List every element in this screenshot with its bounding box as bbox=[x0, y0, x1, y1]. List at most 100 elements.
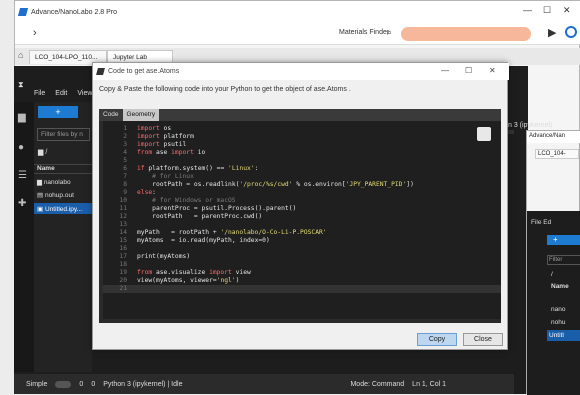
code-tabs: Code Geometry bbox=[99, 109, 501, 121]
commands-icon[interactable]: ☰ bbox=[18, 170, 27, 181]
list-item[interactable]: Untitl bbox=[547, 330, 580, 341]
list-item[interactable]: nano bbox=[551, 306, 565, 313]
file-name: nohup.out bbox=[44, 192, 74, 199]
materials-finder-label: Materials Finder bbox=[339, 29, 390, 36]
close-window-button[interactable]: ✕ bbox=[563, 5, 571, 16]
list-item[interactable]: ▆ nanolabo bbox=[37, 178, 71, 186]
line-number: 1 bbox=[123, 125, 127, 132]
breadcrumb-root: / bbox=[45, 149, 48, 156]
code-line: import platform bbox=[137, 133, 194, 140]
extensions-icon[interactable]: ✚ bbox=[18, 198, 26, 209]
file-name: nanolabo bbox=[43, 179, 71, 186]
code-line: print(myAtoms) bbox=[137, 253, 191, 260]
line-number: 2 bbox=[123, 133, 127, 140]
app-logo-icon bbox=[17, 8, 29, 16]
menu-view[interactable]: View bbox=[77, 90, 92, 102]
code-lines: import os import platform import psutil fro… bbox=[137, 125, 414, 293]
cursor-position: Ln 1, Col 1 bbox=[412, 380, 447, 388]
second-window-tab[interactable]: LCO_104- bbox=[535, 149, 579, 159]
dialog-logo-icon bbox=[96, 68, 105, 75]
app-title: Advance/NanoLabo 2.8 Pro bbox=[31, 8, 118, 16]
line-number: 9 bbox=[123, 189, 127, 196]
menu-file[interactable]: File bbox=[34, 90, 45, 102]
code-line: myPath = rootPath + '/nanolabo/O-Co-Li-P… bbox=[137, 229, 327, 236]
code-panel: Code Geometry 1 2 3 4 5 6 7 8 9 10 11 12 13 14 15 16 17 1… bbox=[99, 109, 501, 323]
second-new-button[interactable]: + bbox=[547, 235, 580, 245]
maximize-button[interactable]: ☐ bbox=[543, 5, 551, 16]
dialog-title-bar: Code to get ase.Atoms — ☐ ✕ bbox=[93, 63, 509, 80]
second-menu-file[interactable]: File bbox=[531, 219, 541, 226]
second-menu: File Ed bbox=[531, 219, 551, 226]
main-toolbar: › Materials Finder ⌕ ▶ bbox=[15, 23, 580, 45]
second-name-header[interactable]: Name bbox=[551, 283, 569, 290]
mode-status: Mode: Command bbox=[350, 380, 405, 388]
search-icon[interactable]: ⌕ bbox=[387, 27, 392, 38]
dialog-title: Code to get ase.Atoms bbox=[108, 68, 180, 75]
run-icon[interactable]: ▶ bbox=[548, 26, 556, 39]
second-window-title: Advance/Nan bbox=[527, 131, 580, 143]
list-item[interactable]: nohu bbox=[551, 319, 565, 326]
kernel-status[interactable]: Python 3 (ipykernel) | Idle bbox=[103, 381, 182, 388]
line-number: 3 bbox=[123, 141, 127, 148]
folder-icon[interactable]: ▆ bbox=[18, 112, 26, 123]
line-number: 18 bbox=[119, 261, 127, 268]
line-number: 7 bbox=[123, 173, 127, 180]
line-number: 12 bbox=[119, 213, 127, 220]
second-breadcrumb[interactable]: / bbox=[551, 271, 553, 278]
code-editor[interactable]: 1 2 3 4 5 6 7 8 9 10 11 12 13 14 15 16 17 18 19 20 21 import… bbox=[103, 121, 501, 319]
name-column-header[interactable]: Name bbox=[34, 164, 92, 174]
second-window: Advance/Nan LCO_104- File Ed + Filter / … bbox=[526, 130, 580, 395]
second-menu-edit[interactable]: Ed bbox=[543, 219, 551, 226]
jupyter-left-sidebar: ▆ ● ☰ ✚ bbox=[14, 102, 34, 372]
status-count-1: 0 bbox=[91, 380, 96, 388]
simple-mode-toggle[interactable] bbox=[55, 380, 72, 388]
list-item[interactable]: ▣ Untitled.ipy... bbox=[34, 203, 92, 214]
line-number: 14 bbox=[119, 229, 127, 236]
code-line: parentProc = psutil.Process().parent() bbox=[152, 205, 297, 212]
line-number: 19 bbox=[119, 269, 127, 276]
file-browser: + Filter files by n ▆ / Name ▆ nanolabo … bbox=[34, 102, 92, 372]
dialog-maximize-button[interactable]: ☐ bbox=[465, 66, 472, 75]
line-number: 11 bbox=[119, 205, 127, 212]
copy-button[interactable]: Copy bbox=[417, 333, 457, 346]
tab-code[interactable]: Code bbox=[99, 109, 123, 121]
home-icon[interactable]: ⌂ bbox=[18, 50, 23, 60]
expand-chevron-icon[interactable]: › bbox=[33, 27, 37, 39]
jupyter-logo-icon: ⧗ bbox=[18, 80, 24, 89]
second-filter-input[interactable]: Filter bbox=[547, 255, 580, 265]
line-number: 17 bbox=[119, 253, 127, 260]
code-line: rootPath = parentProc.cwd() bbox=[152, 213, 263, 220]
kernel-badge[interactable]: n 3 (ipykernel) bbox=[508, 122, 552, 129]
dialog-instruction: Copy & Paste the following code into you… bbox=[99, 86, 351, 93]
breadcrumb[interactable]: ▆ / bbox=[38, 148, 47, 156]
list-item[interactable]: ▤ nohup.out bbox=[37, 191, 74, 199]
status-count-0: 0 bbox=[79, 380, 84, 388]
tab-geometry[interactable]: Geometry bbox=[122, 109, 160, 121]
running-icon[interactable]: ● bbox=[18, 142, 24, 153]
code-line: if platform.system() == 'Linux': bbox=[137, 165, 259, 172]
code-line: rootPath = os.readlink('/proc/%s/cwd' % … bbox=[152, 181, 414, 188]
close-button[interactable]: Close bbox=[463, 333, 503, 346]
line-number: 15 bbox=[119, 237, 127, 244]
code-line: view(myAtoms, viewer='ngl') bbox=[137, 277, 240, 284]
filter-files-input[interactable]: Filter files by n bbox=[37, 128, 90, 141]
menu-edit[interactable]: Edit bbox=[55, 90, 67, 102]
line-number: 21 bbox=[119, 285, 127, 292]
minimize-button[interactable]: — bbox=[523, 5, 532, 15]
simple-mode-label: Simple bbox=[26, 380, 48, 388]
status-bar: Simple 0 0 Python 3 (ipykernel) | Idle M… bbox=[14, 374, 514, 394]
dialog-close-icon[interactable]: ✕ bbox=[489, 66, 496, 75]
code-line: import psutil bbox=[137, 141, 187, 148]
line-number: 5 bbox=[123, 157, 127, 164]
line-number: 13 bbox=[119, 221, 127, 228]
code-line: # for Windows or macOS bbox=[137, 197, 236, 204]
new-launcher-button[interactable]: + bbox=[38, 106, 78, 118]
materials-finder-input[interactable] bbox=[401, 27, 531, 41]
copy-icon[interactable] bbox=[477, 127, 491, 141]
globe-icon[interactable] bbox=[565, 26, 577, 38]
code-line: else: bbox=[137, 189, 156, 196]
dialog-minimize-button[interactable]: — bbox=[441, 66, 449, 75]
